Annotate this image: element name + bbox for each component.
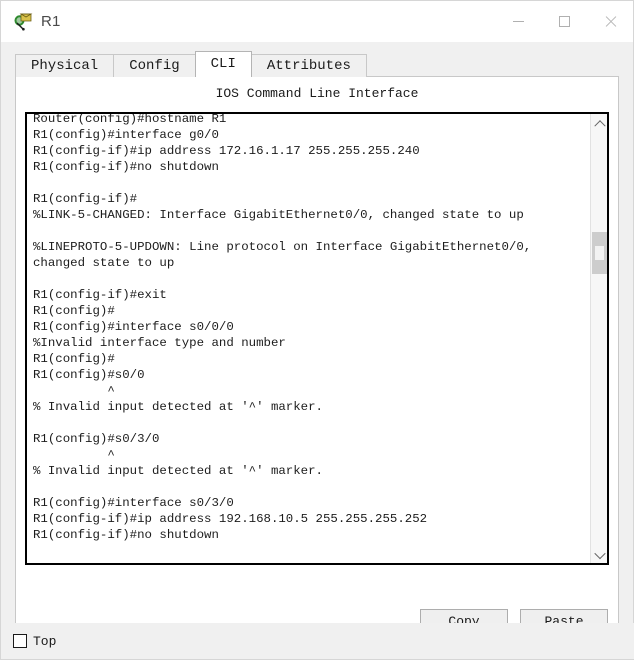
minimize-icon [512,20,524,22]
top-checkbox-label: Top [33,633,57,649]
tab-strip: Physical Config CLI Attributes [15,51,367,77]
close-button[interactable] [587,1,633,41]
chevron-down-icon [593,547,606,559]
panel-title: IOS Command Line Interface [215,86,419,101]
terminal-text: Router(config)#hostname R1 R1(config)#in… [33,114,532,542]
tab-physical[interactable]: Physical [15,54,115,77]
tab-attributes[interactable]: Attributes [250,54,367,77]
router-icon [13,11,33,31]
cli-panel: IOS Command Line Interface Router(config… [15,76,619,645]
window-body: Physical Config CLI Attributes IOS Comma… [1,42,633,659]
minimize-button[interactable] [495,1,541,41]
close-icon [604,15,617,28]
window-titlebar: R1 [1,1,633,42]
terminal-container: Router(config)#hostname R1 R1(config)#in… [25,112,609,565]
terminal-output-area[interactable]: Router(config)#hostname R1 R1(config)#in… [27,114,590,563]
maximize-icon [558,15,570,27]
terminal-scrollbar[interactable] [590,114,607,563]
window-controls [495,1,633,41]
scroll-up-button[interactable] [591,114,607,131]
tab-config[interactable]: Config [113,54,196,77]
checkbox-box-icon [13,634,27,648]
maximize-button[interactable] [541,1,587,41]
top-checkbox[interactable]: Top [13,634,56,649]
scroll-down-button[interactable] [591,546,607,563]
chevron-up-icon [593,119,606,131]
tab-cli[interactable]: CLI [194,51,252,77]
scrollbar-thumb[interactable] [592,232,607,274]
window-title: R1 [41,12,61,30]
device-config-window: R1 Physical Config CLI Attributes IOS Co… [0,0,634,660]
bottom-bar: Top [1,623,634,659]
